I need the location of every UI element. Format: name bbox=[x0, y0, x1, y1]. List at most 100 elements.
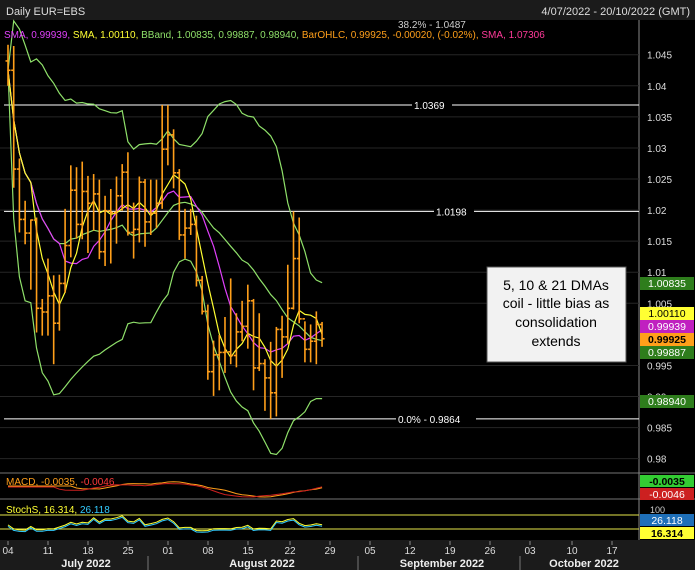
annotation-box: 5, 10 & 21 DMAs coil - little bias as co… bbox=[486, 266, 627, 363]
ohlc-bar bbox=[16, 158, 22, 233]
ohlc-bar bbox=[239, 300, 245, 342]
stoch-d-line bbox=[7, 516, 323, 533]
macd-tag-1: -0.0035 bbox=[649, 476, 685, 488]
x-day-label: 08 bbox=[202, 546, 214, 557]
ohlc-bar bbox=[153, 179, 159, 229]
sma-5-line bbox=[7, 70, 323, 368]
ohlc-bar bbox=[228, 278, 234, 365]
level-label: 1.0369 bbox=[414, 101, 445, 112]
ohlc-bar bbox=[268, 341, 274, 419]
ohlc-bar bbox=[273, 326, 279, 417]
x-day-label: 22 bbox=[284, 546, 296, 557]
x-day-label: 15 bbox=[242, 546, 254, 557]
y-tick-label: 1.035 bbox=[647, 113, 672, 124]
ohlc-bar bbox=[165, 105, 171, 166]
ohlc-bar bbox=[159, 105, 165, 209]
stoch-legend: StochS, 16.314, 26.118 bbox=[6, 505, 110, 516]
x-day-label: 03 bbox=[524, 546, 536, 557]
ohlc-bar bbox=[56, 274, 62, 331]
x-day-label: 12 bbox=[404, 546, 416, 557]
level-label: 1.0198 bbox=[436, 207, 467, 218]
ohlc-bar bbox=[34, 217, 40, 333]
ohlc-bar bbox=[313, 311, 319, 365]
x-month-label: August 2022 bbox=[229, 558, 294, 570]
ohlc-bar bbox=[302, 318, 308, 363]
bband-middle bbox=[7, 70, 323, 342]
legend-entry: BarOHLC, 0.99925, -0.00020, (-0.02%), bbox=[299, 30, 479, 41]
ohlc-bar bbox=[119, 164, 125, 211]
legend-entry: SMA, 1.00110, bbox=[70, 30, 138, 41]
ohlc-bar bbox=[285, 264, 291, 344]
ohlc-bar bbox=[62, 208, 68, 293]
horizontal-levels: 1.0369 1.0198 0.0% - 0.9864 bbox=[4, 98, 639, 426]
ohlc-bar bbox=[96, 179, 102, 260]
y-tick-label: 1.015 bbox=[647, 237, 672, 248]
ohlc-bar bbox=[233, 313, 239, 368]
x-day-label: 04 bbox=[2, 546, 14, 557]
x-day-label: 05 bbox=[364, 546, 376, 557]
annotation-line-3: consolidation bbox=[515, 314, 597, 330]
price-tag: 1.00835 bbox=[648, 278, 686, 290]
macd-tag-2: -0.0046 bbox=[649, 489, 685, 501]
x-day-label: 01 bbox=[162, 546, 174, 557]
ohlc-bar bbox=[74, 167, 80, 239]
x-day-label: 10 bbox=[566, 546, 578, 557]
macd-legend-value: MACD, -0.0035, bbox=[6, 477, 78, 488]
price-tag: 0.99925 bbox=[648, 334, 686, 346]
x-month-label: July 2022 bbox=[61, 558, 111, 570]
annotation-line-4: extends bbox=[531, 333, 580, 349]
ohlc-bar bbox=[308, 324, 314, 363]
ohlc-bar bbox=[22, 200, 28, 245]
price-tag: 0.99887 bbox=[648, 347, 686, 359]
x-day-label: 11 bbox=[43, 546, 54, 557]
legend-entry: BBand, 1.00835, 0.99887, 0.98940, bbox=[138, 30, 299, 41]
ohlc-bar bbox=[216, 335, 222, 391]
stoch-level-100: 100 bbox=[650, 505, 665, 515]
stoch-legend-d: 26.118 bbox=[80, 505, 110, 516]
level-label: 0.0% - 0.9864 bbox=[398, 415, 461, 426]
stoch-legend-k: StochS, 16.314, bbox=[6, 505, 77, 516]
y-tick-label: 1.045 bbox=[647, 51, 672, 62]
ohlc-bar bbox=[319, 321, 325, 347]
stoch-tag-2: 16.314 bbox=[651, 528, 683, 540]
y-tick-label: 1.03 bbox=[647, 144, 667, 155]
stoch-panel bbox=[0, 514, 639, 533]
ohlc-bar bbox=[39, 298, 45, 336]
ohlc-bar bbox=[51, 275, 57, 365]
ohlc-bar bbox=[148, 179, 154, 235]
date-range: 4/07/2022 - 20/10/2022 (GMT) bbox=[541, 6, 690, 18]
x-day-label: 25 bbox=[122, 546, 134, 557]
ohlc-bar bbox=[142, 179, 148, 247]
price-tag: 0.99939 bbox=[648, 321, 686, 333]
legend-entry: SMA, 0.99939, bbox=[4, 30, 70, 41]
ohlc-bar bbox=[182, 208, 188, 259]
x-day-label: 18 bbox=[82, 546, 94, 557]
ohlc-bar bbox=[256, 313, 262, 372]
legend-entry: SMA, 1.07306 bbox=[479, 30, 546, 41]
stoch-divider bbox=[0, 498, 695, 500]
x-day-label: 29 bbox=[324, 546, 336, 557]
ohlc-bars bbox=[5, 44, 325, 419]
ohlc-bar bbox=[91, 174, 97, 231]
chart-title: Daily EUR=EBS bbox=[6, 6, 85, 18]
ohlc-bar bbox=[108, 188, 114, 264]
x-month-label: September 2022 bbox=[400, 558, 484, 570]
price-tags: 1.00835 1.001100.999390.999250.99887 0.989… bbox=[640, 277, 694, 408]
macd-divider bbox=[0, 472, 695, 474]
price-tag: 1.00110 bbox=[648, 308, 685, 320]
ohlc-bar bbox=[176, 169, 182, 240]
ohlc-bar bbox=[188, 208, 194, 235]
y-tick-label: 1.02 bbox=[647, 206, 667, 217]
y-tick-label: 0.98 bbox=[647, 455, 667, 466]
ohlc-bar bbox=[245, 284, 251, 349]
chart-root: Daily EUR=EBS 4/07/2022 - 20/10/2022 (GM… bbox=[0, 0, 695, 570]
macd-legend: MACD, -0.0035, -0.0046 bbox=[6, 477, 115, 488]
y-tick-label: 1.025 bbox=[647, 175, 672, 186]
ohlc-bar bbox=[262, 359, 268, 411]
annotation-line-2: coil - little bias as bbox=[503, 295, 610, 311]
ohlc-bar bbox=[79, 161, 85, 240]
bband-upper bbox=[7, 19, 323, 284]
macd-legend-signal: -0.0046 bbox=[80, 477, 114, 488]
ohlc-bar bbox=[28, 219, 34, 290]
y-tick-label: 1.04 bbox=[647, 82, 667, 93]
